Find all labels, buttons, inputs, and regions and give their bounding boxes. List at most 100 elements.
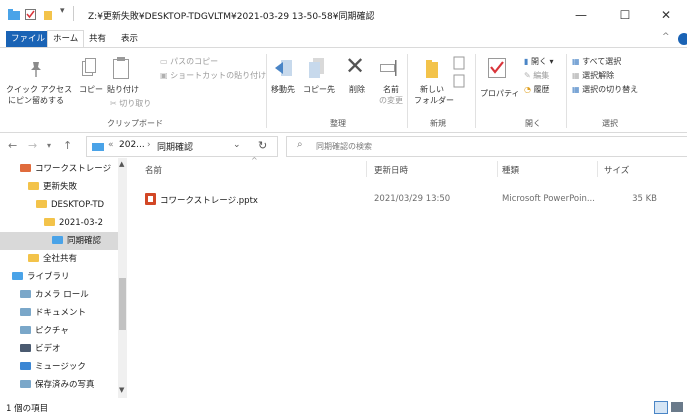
nav-item-label: 2021-03-2 <box>59 218 103 228</box>
file-size: 35 KB <box>632 194 657 204</box>
search-icon: ⌕ <box>297 139 303 150</box>
copy-icon <box>82 58 96 81</box>
select-all-button[interactable]: ▦ すべて選択 <box>572 56 621 67</box>
file-name: コワークストレージ.pptx <box>160 196 258 206</box>
scroll-down-icon[interactable]: ▼ <box>119 386 124 394</box>
divider <box>597 161 598 177</box>
copy-to-button[interactable]: コピー先 <box>303 84 335 95</box>
nav-item-saved-pictures[interactable]: 保存済みの写真 <box>0 376 127 394</box>
new-folder-button[interactable]: 新しい <box>420 84 444 95</box>
details-view-icon[interactable] <box>654 401 668 414</box>
column-header-size[interactable]: サイズ <box>604 164 629 176</box>
breadcrumb-separator[interactable]: › <box>147 140 151 150</box>
customize-qat-icon[interactable]: ▾ <box>60 6 65 16</box>
nav-item-update-failed[interactable]: 更新失敗 <box>0 178 127 196</box>
paste-button[interactable]: 貼り付け <box>107 84 139 95</box>
copy-path-button[interactable]: ▭ パスのコピー <box>160 56 218 67</box>
select-none-label: 選択解除 <box>582 71 615 80</box>
cut-label: 切り取り <box>119 99 152 108</box>
new-item-icon[interactable] <box>452 56 466 73</box>
tab-share[interactable]: 共有 <box>84 31 111 47</box>
breadcrumb-parent[interactable]: 202... <box>119 140 145 150</box>
address-dropdown-icon[interactable]: ⌄ <box>233 140 241 150</box>
forward-arrow-icon[interactable]: → <box>28 139 37 152</box>
column-header-type[interactable]: 種類 <box>502 164 519 176</box>
cut-button[interactable]: ✂ 切り取り <box>110 98 151 109</box>
collapse-ribbon-icon[interactable]: ^ <box>662 32 670 42</box>
nav-item-music[interactable]: ミュージック <box>0 358 127 376</box>
search-box[interactable]: ⌕ 同期確認の検索 <box>286 136 687 157</box>
camera-roll-icon <box>20 289 31 298</box>
back-arrow-icon[interactable]: ← <box>8 139 17 152</box>
nav-item-libraries[interactable]: ライブラリ <box>0 268 127 286</box>
large-icons-view-icon[interactable] <box>671 402 683 412</box>
move-to-button[interactable]: 移動先 <box>271 84 295 95</box>
tab-home[interactable]: ホーム <box>47 30 85 48</box>
open-button[interactable]: ▮ 開く ▾ <box>524 56 554 67</box>
recent-locations-icon[interactable]: ▾ <box>47 141 51 150</box>
up-arrow-icon[interactable]: ↑ <box>63 139 72 152</box>
pin-icon <box>28 60 44 81</box>
nav-item-sync-check[interactable]: 同期確認 <box>0 232 118 250</box>
group-organize-label: 整理 <box>330 119 346 128</box>
table-row[interactable]: コワークストレージ.pptx 2021/03/29 13:50 Microsof… <box>133 190 673 207</box>
nav-item-pictures[interactable]: ピクチャ <box>0 322 127 340</box>
tab-view[interactable]: 表示 <box>116 31 143 47</box>
properties-icon <box>488 58 506 81</box>
navigation-pane: コワークストレージ 更新失敗 DESKTOP-TD 2021-03-2 同期確認… <box>0 158 127 398</box>
scroll-up-icon[interactable]: ▲ <box>119 160 124 168</box>
column-header-date[interactable]: 更新日時 <box>374 164 408 176</box>
nav-item-desktop[interactable]: DESKTOP-TD <box>0 196 127 214</box>
history-button[interactable]: ◔ 履歴 <box>524 84 550 95</box>
nav-item-videos[interactable]: ビデオ <box>0 340 127 358</box>
easy-access-icon[interactable] <box>452 74 466 91</box>
nav-item-cowork-storage[interactable]: コワークストレージ <box>0 160 127 178</box>
search-input[interactable]: 同期確認の検索 <box>316 141 372 152</box>
nav-item-label: 更新失敗 <box>43 182 78 192</box>
invert-selection-button[interactable]: ▦ 選択の切り替え <box>572 84 638 95</box>
properties-quick-icon[interactable] <box>25 9 37 20</box>
invert-selection-label: 選択の切り替え <box>582 85 639 94</box>
file-type: Microsoft PowerPoin... <box>502 194 595 204</box>
properties-button[interactable]: プロパティ <box>480 88 520 99</box>
refresh-icon[interactable]: ↻ <box>258 139 267 152</box>
library-icon <box>12 271 23 280</box>
column-header-name[interactable]: 名前 <box>145 164 162 176</box>
nav-pane-scrollbar[interactable]: ▲ ▼ <box>118 158 127 398</box>
copy-button[interactable]: コピー <box>79 84 103 95</box>
maximize-button[interactable]: ☐ <box>604 0 646 30</box>
select-all-label: すべて選択 <box>582 57 622 66</box>
nav-item-company-share[interactable]: 全社共有 <box>0 250 127 268</box>
breadcrumb-overflow[interactable]: « <box>108 140 114 150</box>
folder-icon <box>36 199 47 208</box>
file-list: ^ 名前 更新日時 種類 サイズ コワークストレージ.pptx 2021/03/… <box>133 156 687 398</box>
paste-shortcut-button[interactable]: ▣ ショートカットの貼り付け <box>160 70 266 81</box>
saved-pictures-icon <box>20 379 31 388</box>
delete-button[interactable]: 削除 <box>349 84 365 95</box>
status-bar: 1 個の項目 <box>0 399 687 415</box>
rename-button[interactable]: 名前 <box>383 84 399 95</box>
tab-file[interactable]: ファイル <box>6 31 51 47</box>
new-folder-label: フォルダー <box>414 96 454 105</box>
select-none-button[interactable]: ▦ 選択解除 <box>572 70 614 81</box>
nav-item-camera-roll[interactable]: カメラ ロール <box>0 286 127 304</box>
folder-icon <box>28 253 39 262</box>
breadcrumb-current[interactable]: 同期確認 <box>157 140 193 153</box>
ribbon: クイック アクセス にピン留めする コピー 貼り付け ▭ パスのコピー ▣ ショ… <box>0 47 687 133</box>
nav-item-date-folder[interactable]: 2021-03-2 <box>0 214 127 232</box>
close-button[interactable]: ✕ <box>645 0 687 30</box>
nav-item-label: ドキュメント <box>35 308 87 318</box>
window-title: Z:¥更新失敗¥DESKTOP-TDGVLTM¥2021-03-29 13-50… <box>88 12 375 22</box>
edit-button[interactable]: ✎ 編集 <box>524 70 549 81</box>
pin-quick-access-button[interactable]: クイック アクセス <box>6 84 72 95</box>
documents-icon <box>20 307 31 316</box>
nav-item-documents[interactable]: ドキュメント <box>0 304 127 322</box>
minimize-button[interactable]: — <box>560 0 602 30</box>
address-bar[interactable]: « 202... › 同期確認 ⌄ ↻ <box>86 136 278 157</box>
group-select-label: 選択 <box>602 119 618 128</box>
scrollbar-thumb[interactable] <box>119 278 126 330</box>
new-folder-quick-icon[interactable] <box>42 9 54 20</box>
nav-item-label: DESKTOP-TD <box>51 200 105 210</box>
folder-icon <box>92 143 104 151</box>
help-icon[interactable] <box>678 33 687 45</box>
